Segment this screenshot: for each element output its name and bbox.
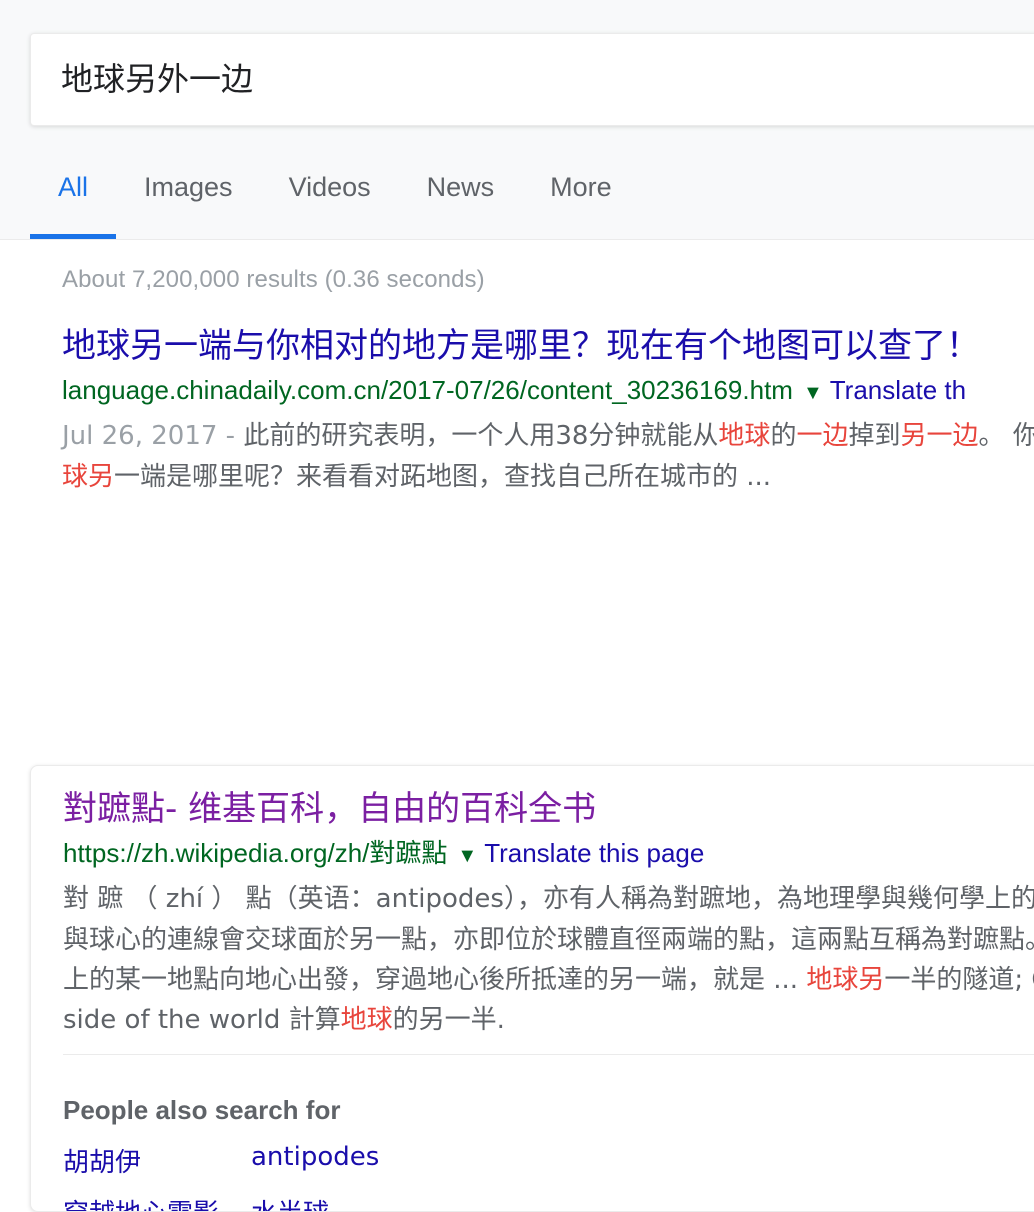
search-result-1: 地球另一端与你相对的地方是哪里？现在有个地图可以查了！ language.chi… (62, 325, 1034, 497)
result-url[interactable]: language.chinadaily.com.cn/2017-07/26/co… (62, 375, 793, 405)
tab-news[interactable]: News (399, 152, 523, 239)
pasf-item-1[interactable]: 胡胡伊 (63, 1142, 251, 1179)
translate-page-link[interactable]: Translate this page (484, 838, 704, 868)
snippet-line-3: 上的某一地點向地心出發，穿過地心後所抵達的另一端，就是 ... 地球另一半的隧道… (63, 964, 1034, 995)
search-box[interactable] (30, 33, 1034, 126)
snippet-highlight: 地球另 (806, 964, 885, 995)
result-snippet: 對 蹠 （ zhí ） 點（英语：antipodes），亦有人稱為對蹠地，為地理… (63, 879, 1034, 1040)
result-title-link[interactable]: 對蹠點- 维基百科，自由的百科全书 (63, 788, 1034, 831)
search-input[interactable] (61, 60, 961, 99)
snippet-line-2: 與球心的連線會交球面於另一點，亦即位於球體直徑兩端的點，這兩點互稱為對蹠點。 (63, 924, 1034, 955)
snippet-line-1: 此前的研究表明，一个人用38分钟就能从地球的一边掉到另一边。 你所 (243, 421, 1034, 452)
snippet-line-2: 球另一端是哪里呢？来看看对跖地图，查找自己所在城市的 ... (62, 461, 772, 492)
result-title-link[interactable]: 地球另一端与你相对的地方是哪里？现在有个地图可以查了！ (62, 325, 1034, 368)
snippet-highlight: 地球 (718, 421, 771, 452)
snippet-date: Jul 26, 2017 - (62, 421, 244, 452)
result-card-body: 對蹠點- 维基百科，自由的百科全书 https://zh.wikipedia.o… (31, 766, 1034, 1069)
tab-all[interactable]: All (30, 152, 117, 239)
result-url-line: language.chinadaily.com.cn/2017-07/26/co… (62, 374, 1034, 408)
snippet-line-4: side of the world 計算地球的另一半. (63, 1005, 505, 1036)
search-tabs: All Images Videos News More (30, 152, 640, 239)
tab-more[interactable]: More (522, 152, 640, 239)
snippet-highlight: 地球 (340, 1005, 393, 1036)
snippet-highlight: 一边 (796, 421, 849, 452)
pasf-item-2[interactable]: antipodes (251, 1142, 1034, 1179)
tab-images[interactable]: Images (116, 152, 261, 239)
pasf-grid: 胡胡伊 antipodes 穿越地心電影 水半球 (63, 1142, 1034, 1211)
chevron-down-icon[interactable]: ▼ (803, 382, 823, 404)
search-tabs-bar: All Images Videos News More (0, 152, 1034, 240)
translate-page-link[interactable]: Translate th (830, 375, 966, 405)
search-header (0, 0, 1034, 152)
people-also-search-for: People also search for 胡胡伊 antipodes 穿越地… (31, 1069, 1034, 1211)
tab-videos[interactable]: Videos (261, 152, 399, 239)
result-stats: About 7,200,000 results (0.36 seconds) (62, 266, 485, 293)
search-result-2-card: 對蹠點- 维基百科，自由的百科全书 https://zh.wikipedia.o… (30, 765, 1034, 1212)
chevron-down-icon[interactable]: ▼ (457, 845, 477, 867)
snippet-highlight: 球另 (62, 461, 115, 492)
result-url-line: https://zh.wikipedia.org/zh/對蹠點 ▼ Translat… (63, 837, 1034, 871)
pasf-title: People also search for (63, 1095, 341, 1126)
snippet-line-1: 對 蹠 （ zhí ） 點（英语：antipodes），亦有人稱為對蹠地，為地理… (63, 884, 1034, 915)
result-url[interactable]: https://zh.wikipedia.org/zh/對蹠點 (63, 838, 447, 868)
result-snippet: Jul 26, 2017 - 此前的研究表明，一个人用38分钟就能从地球的一边掉… (62, 416, 1034, 497)
snippet-highlight: 另一边 (900, 421, 979, 452)
card-divider (63, 1054, 1034, 1056)
pasf-item-4[interactable]: 水半球 (251, 1193, 1034, 1211)
pasf-item-3[interactable]: 穿越地心電影 (63, 1193, 251, 1211)
